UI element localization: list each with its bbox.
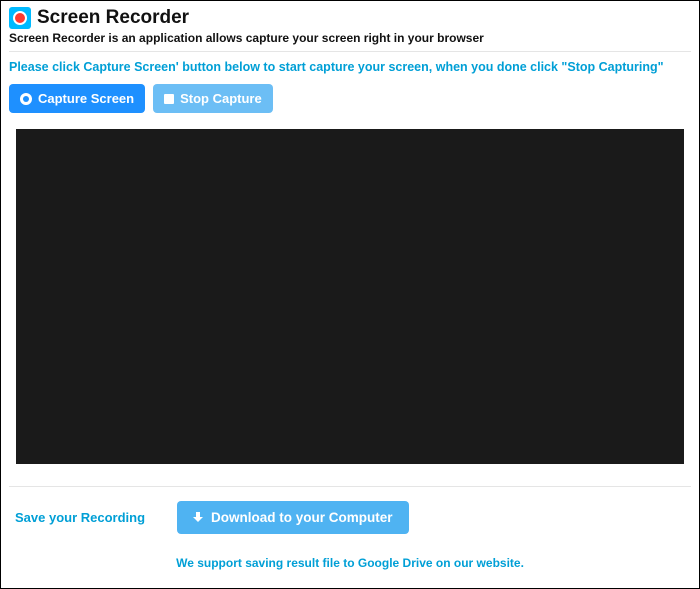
save-recording-label: Save your Recording [9, 510, 177, 525]
app-header: Screen Recorder [9, 7, 691, 29]
footer-note: We support saving result file to Google … [9, 556, 691, 570]
save-row: Save your Recording Download to your Com… [9, 501, 691, 534]
divider [9, 51, 691, 52]
stop-button-label: Stop Capture [180, 91, 262, 106]
download-icon [193, 512, 203, 524]
video-preview-area [16, 129, 684, 464]
download-button[interactable]: Download to your Computer [177, 501, 409, 534]
stop-capture-button[interactable]: Stop Capture [153, 84, 273, 113]
divider [9, 486, 691, 487]
capture-button-label: Capture Screen [38, 91, 134, 106]
instruction-text: Please click Capture Screen' button belo… [9, 60, 691, 74]
app-logo-icon [9, 7, 31, 29]
record-icon [20, 93, 32, 105]
app-title: Screen Recorder [37, 7, 189, 29]
app-subtitle: Screen Recorder is an application allows… [9, 31, 691, 45]
capture-screen-button[interactable]: Capture Screen [9, 84, 145, 113]
download-button-label: Download to your Computer [211, 510, 393, 525]
stop-icon [164, 94, 174, 104]
control-button-row: Capture Screen Stop Capture [9, 84, 691, 113]
